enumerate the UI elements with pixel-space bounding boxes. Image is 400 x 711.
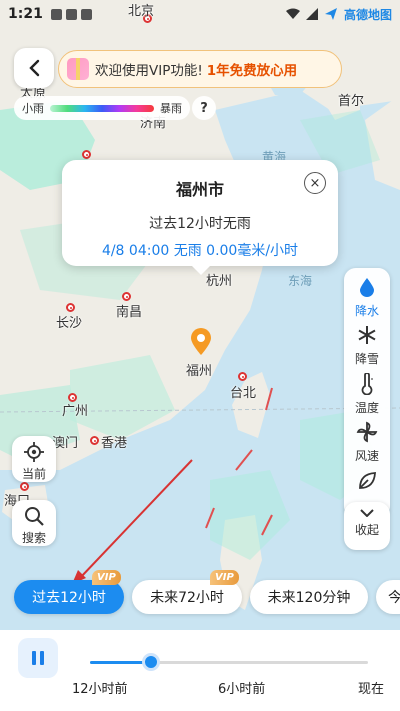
gift-icon <box>67 58 89 80</box>
popup-close-button[interactable]: × <box>304 172 326 194</box>
amap-logo-icon <box>324 8 337 20</box>
status-bar: 1:21 高德地图 <box>0 0 400 28</box>
city-label: 香港 <box>101 436 128 451</box>
vip-badge: VIP <box>210 570 239 585</box>
tab-label: 今 <box>388 590 400 606</box>
precipitation-legend: 小雨 暴雨 <box>14 96 190 120</box>
layer-temperature[interactable]: 温度 <box>344 372 390 421</box>
tab-next-72h[interactable]: 未来72小时 VIP <box>132 570 242 614</box>
layer-label: 温度 <box>354 400 379 415</box>
wind-icon <box>356 421 378 443</box>
city-label: 台北 <box>230 386 257 401</box>
snowflake-icon <box>358 326 376 345</box>
wifi-icon <box>285 8 300 19</box>
location-popup: 福州市 过去12小时无雨 4/8 04:00 无雨 0.00毫米/小时 × <box>62 160 338 275</box>
layer-label: 降水 <box>354 304 379 318</box>
search-icon <box>25 507 44 526</box>
search-label: 搜索 <box>21 531 46 545</box>
raindrop-icon <box>360 278 374 297</box>
layer-label: 风速 <box>354 449 379 464</box>
tab-label: 未来120分钟 <box>267 590 351 606</box>
layer-label: 降雪 <box>354 352 379 367</box>
city-marker <box>90 436 99 445</box>
city-label: 长沙 <box>56 316 83 331</box>
tab-next-120min[interactable]: 未来120分钟 <box>250 580 368 614</box>
layer-panel: 降水 降雪 温度 风速 <box>344 268 390 518</box>
tab-label: 过去12小时 <box>32 590 106 606</box>
city-marker <box>122 292 131 301</box>
leaf-icon <box>359 471 376 489</box>
collapse-button[interactable]: 收起 <box>344 502 390 550</box>
tab-label: 未来72小时 <box>150 590 224 606</box>
signal-icon <box>305 8 318 20</box>
city-label: 广州 <box>62 404 89 419</box>
sea-label: 东海 <box>288 274 313 288</box>
legend-max-label: 暴雨 <box>160 102 182 115</box>
status-time: 1:21 <box>8 6 43 22</box>
playback-bar: 12小时前 6小时前 现在 <box>0 630 400 711</box>
city-marker <box>238 372 247 381</box>
search-button[interactable]: 搜索 <box>12 500 56 546</box>
location-pin-icon[interactable] <box>190 328 212 356</box>
collapse-label: 收起 <box>354 523 379 537</box>
pause-button[interactable] <box>18 638 58 678</box>
back-button[interactable] <box>14 48 54 88</box>
chevron-down-icon <box>360 509 374 517</box>
city-label: 福州 <box>186 364 213 379</box>
city-label: 首尔 <box>338 94 365 109</box>
weather-map[interactable]: 北京 太原 济南 郑州 首尔 黄海 东海 南昌 长沙 杭州 福州 台北 广州 澳… <box>0 0 400 630</box>
pause-icon <box>30 651 46 665</box>
notification-icons <box>50 8 92 20</box>
chevron-left-icon <box>29 59 40 77</box>
locate-icon <box>24 442 44 462</box>
tab-past-12h[interactable]: 过去12小时 VIP <box>14 570 124 614</box>
timeline-slider[interactable] <box>90 653 368 671</box>
legend-gradient-bar <box>50 104 154 112</box>
timeline-label-mid: 6小时前 <box>218 682 266 697</box>
brand-watermark: 高德地图 <box>343 7 392 22</box>
city-marker <box>66 303 75 312</box>
popup-summary: 过去12小时无雨 <box>149 216 251 232</box>
popup-detail: 4/8 04:00 无雨 0.00毫米/小时 <box>101 243 299 259</box>
timeline-label-end: 现在 <box>358 682 385 697</box>
city-label: 南昌 <box>116 305 143 320</box>
locate-button[interactable]: 当前 <box>12 436 56 482</box>
legend-help-button[interactable]: ? <box>192 96 216 120</box>
locate-label: 当前 <box>21 467 46 481</box>
layer-precipitation[interactable]: 降水 <box>344 276 390 324</box>
popup-title: 福州市 <box>175 180 224 199</box>
thermometer-icon <box>361 372 373 395</box>
vip-banner-highlight: 1年免费放心用 <box>206 63 298 79</box>
time-range-tabs: 过去12小时 VIP 未来72小时 VIP 未来120分钟 今 <box>0 570 400 616</box>
timeline-thumb[interactable] <box>142 653 161 671</box>
vip-badge: VIP <box>92 570 121 585</box>
vip-banner-text: 欢迎使用VIP功能! <box>95 63 203 79</box>
city-marker <box>82 150 91 159</box>
tab-today[interactable]: 今 <box>376 580 400 614</box>
legend-min-label: 小雨 <box>22 102 44 115</box>
layer-wind[interactable]: 风速 <box>344 421 390 469</box>
vip-promo-banner[interactable]: 欢迎使用VIP功能! 1年免费放心用 <box>58 50 342 88</box>
layer-snow[interactable]: 降雪 <box>344 324 390 372</box>
timeline-label-start: 12小时前 <box>72 682 128 697</box>
